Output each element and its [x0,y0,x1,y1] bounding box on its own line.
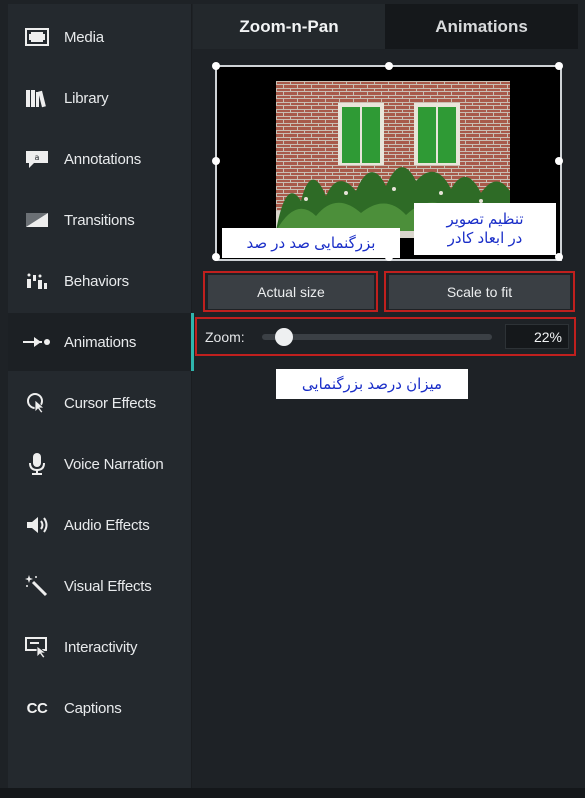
sidebar-item-media[interactable]: Media [8,8,192,66]
sidebar-item-label: Media [64,28,104,46]
tab-bar: Zoom-n-Pan Animations [193,4,578,49]
resize-handle[interactable] [555,253,563,261]
resize-handle[interactable] [212,62,220,70]
library-icon [22,86,52,110]
svg-text:a: a [35,153,40,162]
sidebar-item-captions[interactable]: CC Captions [8,679,192,737]
sidebar-item-label: Cursor Effects [64,394,156,412]
cursor-effects-icon [22,391,52,415]
interactivity-icon [22,635,52,659]
zoom-slider[interactable] [262,328,492,346]
microphone-icon [22,452,52,476]
resize-handle[interactable] [555,62,563,70]
animation-arrow-icon [22,330,52,354]
sidebar-item-label: Interactivity [64,638,138,656]
sidebar-item-visual-effects[interactable]: Visual Effects [8,557,192,615]
magic-wand-icon [22,574,52,598]
sidebar-item-label: Transitions [64,211,135,229]
sidebar-item-label: Animations [64,333,137,351]
annotation-actual-size: بزرگنمایی صد در صد [222,228,400,258]
sidebar-item-animations[interactable]: Animations [8,313,194,371]
sidebar-item-label: Behaviors [64,272,129,290]
resize-handle[interactable] [385,62,393,70]
sidebar-item-label: Audio Effects [64,516,150,534]
tab-animations[interactable]: Animations [385,4,578,49]
zoom-slider-thumb[interactable] [274,328,293,346]
scale-to-fit-button[interactable]: Scale to fit [389,275,570,309]
sidebar-item-annotations[interactable]: a Annotations [8,130,192,188]
sidebar-item-cursor-effects[interactable]: Cursor Effects [8,374,192,432]
sidebar-item-library[interactable]: Library [8,69,192,127]
sidebar-item-interactivity[interactable]: Interactivity [8,618,192,676]
captions-icon: CC [26,699,48,717]
speaker-icon [22,513,52,537]
actual-size-button[interactable]: Actual size [208,275,374,309]
zoom-percent-field[interactable] [505,324,569,349]
film-icon [22,25,52,49]
camtasia-tools-panel: Media Library a Annotations Transitions … [0,0,585,798]
sidebar-item-voice-narration[interactable]: Voice Narration [8,435,192,493]
sidebar-item-label: Voice Narration [64,455,164,473]
bottom-bar [0,788,585,798]
tab-zoom-n-pan[interactable]: Zoom-n-Pan [193,4,385,49]
behaviors-icon [22,269,52,293]
transition-icon [22,208,52,232]
resize-handle[interactable] [555,157,563,165]
sidebar-item-transitions[interactable]: Transitions [8,191,192,249]
sidebar-item-label: Captions [64,699,122,717]
resize-handle[interactable] [212,157,220,165]
sidebar-item-label: Visual Effects [64,577,152,595]
sidebar-item-label: Library [64,89,109,107]
resize-handle[interactable] [212,253,220,261]
annotation-zoom-percent: میزان درصد بزرگنمایی [276,369,468,399]
sidebar: Media Library a Annotations Transitions … [8,4,194,788]
annotation-icon: a [22,147,52,171]
sidebar-item-audio-effects[interactable]: Audio Effects [8,496,192,554]
zoom-label: Zoom: [205,329,245,345]
annotation-scale-to-fit: تنظیم تصویر در ابعاد کادر [414,203,556,255]
sidebar-item-label: Annotations [64,150,142,168]
sidebar-item-behaviors[interactable]: Behaviors [8,252,192,310]
